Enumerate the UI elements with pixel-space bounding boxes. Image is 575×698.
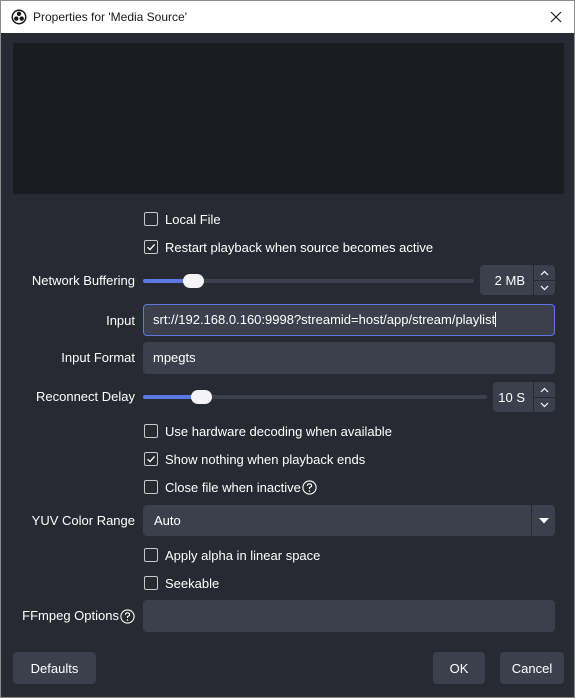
help-icon[interactable] bbox=[302, 479, 317, 495]
checkbox-box bbox=[144, 452, 158, 466]
reconnect-delay-spinbox[interactable]: 10 S bbox=[493, 382, 555, 412]
checkbox-box bbox=[144, 424, 158, 438]
decrement-button[interactable] bbox=[534, 280, 555, 295]
checkbox-box bbox=[144, 480, 158, 494]
checkmark-icon bbox=[147, 243, 156, 251]
ffmpeg-options-label: FFmpeg Options bbox=[22, 608, 135, 624]
hardware-decoding-label: Use hardware decoding when available bbox=[165, 423, 392, 439]
yuv-color-range-value: Auto bbox=[154, 513, 181, 528]
text-caret bbox=[495, 312, 497, 327]
decrement-button[interactable] bbox=[534, 397, 555, 412]
dropdown-arrow[interactable] bbox=[531, 505, 555, 536]
slider-handle[interactable] bbox=[183, 274, 204, 288]
input-value: srt://192.168.0.160:9998?streamid=host/a… bbox=[153, 312, 496, 327]
input-field[interactable]: srt://192.168.0.160:9998?streamid=host/a… bbox=[143, 304, 555, 336]
properties-panel: Local File Restart playback when source … bbox=[0, 33, 575, 698]
checkbox-box bbox=[144, 576, 158, 590]
defaults-button[interactable]: Defaults bbox=[13, 652, 96, 684]
restart-playback-label: Restart playback when source becomes act… bbox=[165, 239, 434, 255]
checkbox-box bbox=[144, 212, 158, 226]
restart-playback-checkbox[interactable]: Restart playback when source becomes act… bbox=[144, 238, 433, 256]
source-preview bbox=[13, 43, 564, 194]
spin-buttons bbox=[533, 265, 555, 295]
checkbox-box bbox=[144, 240, 158, 254]
ffmpeg-options-field[interactable] bbox=[143, 600, 555, 632]
local-file-label: Local File bbox=[165, 211, 221, 227]
chevron-up-icon bbox=[540, 270, 549, 275]
spin-buttons bbox=[533, 382, 555, 412]
ffmpeg-options-text: FFmpeg Options bbox=[22, 608, 119, 623]
reconnect-delay-value[interactable]: 10 S bbox=[493, 390, 533, 405]
apply-alpha-label: Apply alpha in linear space bbox=[165, 547, 321, 563]
reconnect-delay-label: Reconnect Delay bbox=[36, 389, 135, 404]
increment-button[interactable] bbox=[534, 265, 555, 280]
title-bar: Properties for 'Media Source' bbox=[0, 0, 575, 33]
obs-logo-icon bbox=[11, 9, 27, 25]
chevron-down-icon bbox=[540, 402, 549, 408]
apply-alpha-checkbox[interactable]: Apply alpha in linear space bbox=[144, 546, 320, 564]
close-inactive-checkbox[interactable]: Close file when inactive bbox=[144, 478, 317, 496]
checkmark-icon bbox=[147, 455, 156, 463]
input-label: Input bbox=[106, 313, 135, 328]
cancel-button[interactable]: Cancel bbox=[500, 652, 564, 684]
chevron-up-icon bbox=[540, 387, 549, 392]
hardware-decoding-checkbox[interactable]: Use hardware decoding when available bbox=[144, 422, 392, 440]
caret-down-icon bbox=[538, 517, 549, 523]
window-title: Properties for 'Media Source' bbox=[33, 10, 187, 24]
seekable-checkbox[interactable]: Seekable bbox=[144, 574, 219, 592]
close-inactive-label: Close file when inactive bbox=[165, 479, 301, 495]
show-nothing-label: Show nothing when playback ends bbox=[165, 451, 366, 467]
checkbox-box bbox=[144, 548, 158, 562]
input-format-label: Input Format bbox=[61, 350, 135, 365]
network-buffering-spinbox[interactable]: 2 MB bbox=[480, 265, 555, 295]
show-nothing-checkbox[interactable]: Show nothing when playback ends bbox=[144, 450, 365, 468]
ok-button[interactable]: OK bbox=[433, 652, 485, 684]
yuv-color-range-dropdown[interactable]: Auto bbox=[143, 505, 555, 536]
reconnect-delay-slider[interactable] bbox=[143, 389, 487, 405]
slider-handle[interactable] bbox=[191, 390, 212, 404]
close-button[interactable] bbox=[544, 5, 568, 29]
network-buffering-value[interactable]: 2 MB bbox=[480, 273, 533, 288]
yuv-color-range-label: YUV Color Range bbox=[31, 513, 135, 528]
input-format-field[interactable]: mpegts bbox=[143, 342, 555, 374]
input-format-value: mpegts bbox=[153, 350, 196, 365]
local-file-checkbox[interactable]: Local File bbox=[144, 210, 221, 228]
seekable-label: Seekable bbox=[165, 575, 220, 591]
network-buffering-label: Network Buffering bbox=[31, 273, 135, 288]
close-icon bbox=[550, 11, 562, 23]
chevron-down-icon bbox=[540, 285, 549, 291]
help-icon[interactable] bbox=[120, 609, 135, 624]
network-buffering-slider[interactable] bbox=[143, 273, 474, 289]
increment-button[interactable] bbox=[534, 382, 555, 397]
